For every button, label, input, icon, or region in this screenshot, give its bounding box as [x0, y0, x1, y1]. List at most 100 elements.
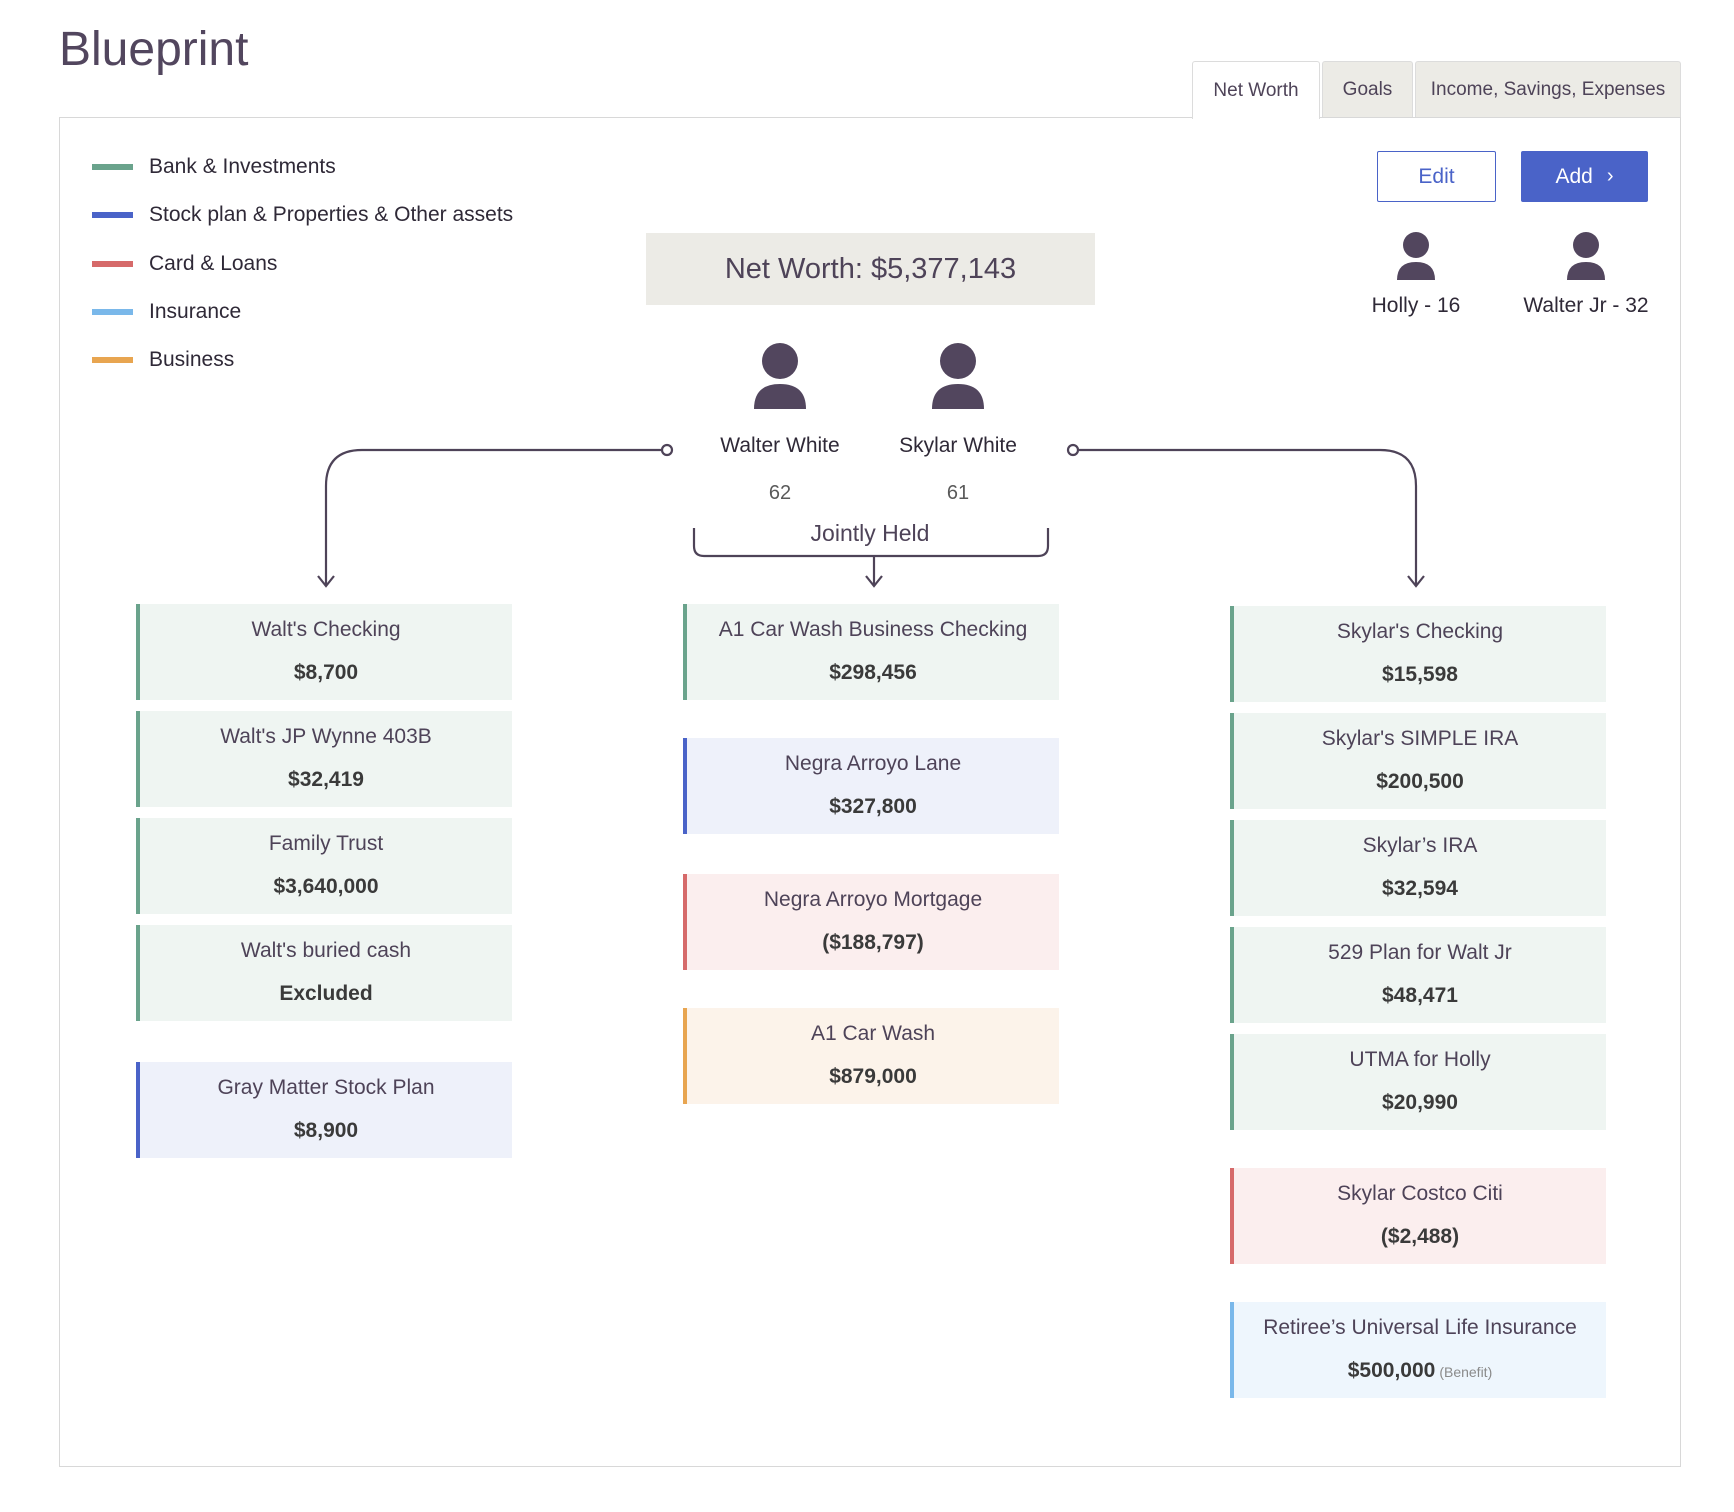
account-value: $298,456 [829, 661, 917, 684]
account-value: $327,800 [829, 795, 917, 818]
account-card[interactable]: Walt's JP Wynne 403B $32,419 [136, 711, 512, 807]
account-value-row: $200,500 [1234, 770, 1606, 794]
account-value: $20,990 [1382, 1091, 1458, 1114]
owner-age: 62 [768, 482, 792, 504]
account-value: $500,000 [1347, 1359, 1436, 1382]
account-value-row: ($188,797) [687, 931, 1059, 955]
account-card[interactable]: Family Trust $3,640,000 [136, 818, 512, 914]
account-value-row: $500,000 (Benefit) [1234, 1359, 1606, 1383]
legend-label: Card & Loans [149, 252, 278, 275]
account-value: $15,598 [1382, 663, 1458, 686]
account-card[interactable]: Skylar's SIMPLE IRA $200,500 [1230, 713, 1606, 809]
account-value-row: ($2,488) [1234, 1225, 1606, 1249]
owner-name: Walter White [720, 434, 840, 457]
account-name: Negra Arroyo Lane [784, 752, 962, 775]
account-name: 529 Plan for Walt Jr [1328, 941, 1512, 964]
account-value: $32,419 [288, 768, 364, 791]
person-icon [932, 343, 984, 409]
account-value-row: $32,594 [1234, 877, 1606, 901]
account-card[interactable]: Walt's buried cash Excluded [136, 925, 512, 1021]
account-card[interactable]: A1 Car Wash Business Checking $298,456 [683, 604, 1059, 700]
account-card[interactable]: Gray Matter Stock Plan $8,900 [136, 1062, 512, 1158]
owner-skylar[interactable]: Skylar White 61 [878, 343, 1038, 505]
legend-item: Bank & Investments [92, 153, 336, 181]
account-name: Skylar's SIMPLE IRA [1321, 727, 1519, 750]
connector-walter [324, 448, 662, 585]
legend-label: Insurance [149, 300, 242, 323]
dependent-name: Holly - 16 [1371, 294, 1461, 317]
add-button-label: Add [1555, 164, 1593, 188]
account-value: $8,700 [293, 661, 359, 684]
account-note: (Benefit) [1439, 1364, 1493, 1380]
add-button[interactable]: Add › [1521, 151, 1648, 202]
account-value: $48,471 [1382, 984, 1458, 1007]
legend-item: Insurance [92, 298, 241, 326]
legend-item: Card & Loans [92, 250, 277, 278]
person-icon [754, 343, 806, 409]
legend-item: Stock plan & Properties & Other assets [92, 201, 513, 229]
legend-swatch [92, 212, 133, 218]
account-name: Skylar's Checking [1336, 620, 1504, 643]
account-name: A1 Car Wash Business Checking [718, 618, 1028, 641]
dependent-walter-jr[interactable]: Walter Jr - 32 [1511, 232, 1661, 318]
account-name: Skylar Costco Citi [1337, 1182, 1503, 1205]
account-card[interactable]: Skylar’s IRA $32,594 [1230, 820, 1606, 916]
legend-swatch [92, 164, 133, 170]
owner-age: 61 [946, 482, 970, 504]
account-value: ($188,797) [822, 931, 924, 954]
account-value-row: $298,456 [687, 661, 1059, 685]
account-value-row: $3,640,000 [140, 875, 512, 899]
connector-skylar [1078, 448, 1418, 585]
legend-item: Business [92, 346, 234, 374]
person-icon [1397, 232, 1435, 280]
account-value: $3,640,000 [273, 875, 379, 898]
account-value: ($2,488) [1380, 1225, 1460, 1248]
edit-button-label: Edit [1418, 164, 1455, 188]
account-name: Walt's JP Wynne 403B [220, 725, 432, 748]
connector-dot-walter [660, 443, 674, 457]
legend-label: Business [149, 348, 235, 371]
account-name: Walt's Checking [251, 618, 401, 641]
account-value: $879,000 [829, 1065, 917, 1088]
account-name: Skylar’s IRA [1362, 834, 1478, 857]
connector-dot-skylar [1066, 443, 1080, 457]
legend-label: Stock plan & Properties & Other assets [149, 203, 514, 226]
account-value-row: $20,990 [1234, 1091, 1606, 1115]
account-value: $32,594 [1382, 877, 1458, 900]
account-card[interactable]: A1 Car Wash $879,000 [683, 1008, 1059, 1104]
account-card[interactable]: Retiree’s Universal Life Insurance $500,0… [1230, 1302, 1606, 1398]
account-name: A1 Car Wash [810, 1022, 936, 1045]
account-value-row: Excluded [140, 982, 512, 1006]
dependent-name: Walter Jr - 32 [1523, 294, 1649, 317]
legend-swatch [92, 309, 133, 315]
legend-swatch [92, 261, 133, 267]
edit-button[interactable]: Edit [1377, 151, 1496, 202]
account-name: UTMA for Holly [1349, 1048, 1491, 1071]
account-name: Family Trust [268, 832, 384, 855]
owner-walter[interactable]: Walter White 62 [700, 343, 860, 505]
account-value-row: $48,471 [1234, 984, 1606, 1008]
account-value-row: $8,900 [140, 1119, 512, 1143]
account-value: $8,900 [293, 1119, 359, 1142]
legend-swatch [92, 357, 133, 363]
dependent-holly[interactable]: Holly - 16 [1346, 232, 1486, 318]
account-name: Retiree’s Universal Life Insurance [1263, 1316, 1577, 1339]
account-card[interactable]: Skylar's Checking $15,598 [1230, 606, 1606, 702]
person-icon [1567, 232, 1605, 280]
account-card[interactable]: Negra Arroyo Mortgage ($188,797) [683, 874, 1059, 970]
account-card[interactable]: UTMA for Holly $20,990 [1230, 1034, 1606, 1130]
account-card[interactable]: Walt's Checking $8,700 [136, 604, 512, 700]
account-name: Gray Matter Stock Plan [217, 1076, 435, 1099]
account-card[interactable]: 529 Plan for Walt Jr $48,471 [1230, 927, 1606, 1023]
legend-label: Bank & Investments [149, 155, 336, 178]
tab-net-worth[interactable]: Net Worth [1192, 61, 1320, 119]
net-worth-summary: Net Worth: $5,377,143 [646, 233, 1095, 305]
account-value-row: $879,000 [687, 1065, 1059, 1089]
account-card[interactable]: Skylar Costco Citi ($2,488) [1230, 1168, 1606, 1264]
chevron-right-icon: › [1606, 165, 1614, 187]
account-name: Negra Arroyo Mortgage [763, 888, 983, 911]
account-value: Excluded [279, 982, 373, 1005]
account-name: Walt's buried cash [240, 939, 412, 962]
account-card[interactable]: Negra Arroyo Lane $327,800 [683, 738, 1059, 834]
account-value-row: $327,800 [687, 795, 1059, 819]
